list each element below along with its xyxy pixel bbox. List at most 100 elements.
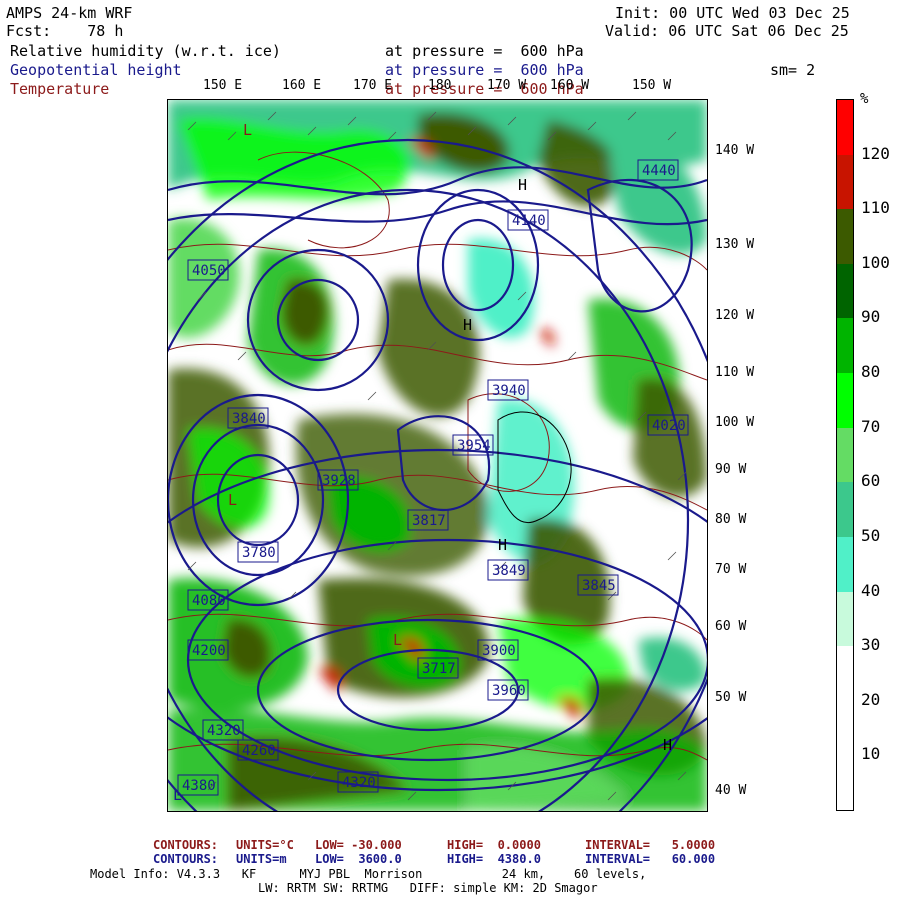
temp-contours-interval: INTERVAL= 5.0000: [585, 838, 716, 852]
colorbar-tick-label: 80: [861, 362, 881, 382]
height-label: 3845: [582, 578, 616, 594]
lat-label: 70 W: [715, 562, 747, 577]
lon-label: 180: [428, 78, 452, 93]
colorbar-segment: [837, 536, 853, 593]
height-contours-label: CONTOURS:: [153, 852, 219, 866]
model-info: Model Info: V4.3.3 KF MYJ PBL Morrison 2…: [90, 867, 647, 881]
lat-label: 100 W: [715, 415, 755, 430]
physics-info: LW: RRTM SW: RRTMG DIFF: simple KM: 2D S…: [258, 881, 598, 895]
height-label: 4020: [652, 418, 686, 434]
lat-label: 90 W: [715, 462, 747, 477]
height-label: 4320: [207, 723, 241, 739]
lat-label: 130 W: [715, 237, 755, 252]
colorbar: [836, 99, 854, 811]
colorbar-tick-label: 40: [861, 580, 881, 600]
height-label: 4320: [342, 775, 376, 791]
height-label-box: 3780: [237, 541, 279, 563]
colorbar-segment: [837, 318, 853, 374]
height-label-box: 3817: [407, 509, 449, 531]
height-label: 3954: [457, 438, 491, 454]
colorbar-tick-label: 50: [861, 525, 881, 545]
colorbar-segment: [837, 427, 853, 483]
temp-contours-high: HIGH= 0.0000: [447, 838, 541, 852]
high-marker: H: [663, 736, 672, 754]
lon-label: 160 W: [550, 78, 590, 93]
height-label-box: 3928: [317, 469, 359, 491]
low-marker: L: [393, 631, 402, 649]
height-label: 3928: [322, 473, 356, 489]
valid-time: Valid: 06 UTC Sat 06 Dec 25: [605, 22, 849, 40]
height-label-box: 4320: [337, 771, 379, 793]
field-rh-level: at pressure = 600 hPa: [385, 42, 584, 60]
model-title: AMPS 24-km WRF: [6, 4, 133, 22]
lon-label: 170 W: [487, 78, 527, 93]
height-label: 4260: [242, 743, 276, 759]
height-label-box: 3960: [487, 679, 529, 701]
colorbar-segment: [837, 263, 853, 319]
high-marker: H: [518, 176, 527, 194]
field-temp-name: Temperature: [10, 80, 110, 98]
height-label-box: 4260: [237, 739, 279, 761]
high-marker: H: [463, 316, 472, 334]
map-panel: 4380 4320 4320 4200 4140 4080 4020 3960 …: [167, 99, 708, 812]
field-height-name: Geopotential height: [10, 61, 182, 79]
lat-label: 120 W: [715, 308, 755, 323]
colorbar-tick-label: 20: [861, 689, 881, 709]
colorbar-segment: [837, 209, 853, 265]
height-label: 3900: [482, 643, 516, 659]
colorbar-segment: [837, 646, 853, 702]
height-contours-units: UNITS=m: [236, 852, 287, 866]
height-label-box: 4380: [177, 774, 219, 796]
height-label-box: 4140: [507, 209, 549, 231]
height-label-box: 4080: [187, 589, 229, 611]
colorbar-tick-label: 60: [861, 471, 881, 491]
low-marker: L: [173, 786, 182, 804]
low-marker: L: [228, 491, 237, 509]
map-fields: 4380 4320 4320 4200 4140 4080 4020 3960 …: [168, 100, 707, 811]
height-label-box: 3940: [487, 379, 529, 401]
colorbar-segment: [837, 482, 853, 538]
height-label: 4200: [192, 643, 226, 659]
colorbar-segment: [837, 591, 853, 647]
colorbar-segment: [837, 100, 853, 156]
height-contours-interval: INTERVAL= 60.000: [585, 852, 716, 866]
lon-label: 170 E: [353, 78, 393, 93]
height-label: 3717: [422, 661, 456, 677]
colorbar-tick-label: 110: [861, 198, 890, 218]
lon-label: 160 E: [282, 78, 322, 93]
height-label: 3849: [492, 563, 526, 579]
height-label-box: 4020: [647, 414, 689, 436]
height-label-box: 3849: [487, 559, 529, 581]
height-label-box: 4200: [187, 639, 229, 661]
lat-label: 40 W: [715, 783, 747, 798]
height-label: 3780: [242, 545, 276, 561]
lat-label: 60 W: [715, 619, 747, 634]
field-rh-name: Relative humidity (w.r.t. ice): [10, 42, 281, 60]
height-label: 3817: [412, 513, 446, 529]
temp-contours-units: UNITS=°C: [236, 838, 294, 852]
height-label-box: 4050: [187, 259, 229, 281]
colorbar-segment: [837, 700, 853, 756]
colorbar-tick-label: 120: [861, 143, 890, 163]
height-label: 4380: [182, 778, 216, 794]
height-label: 4050: [192, 263, 226, 279]
forecast-hour: Fcst: 78 h: [6, 22, 124, 40]
colorbar-unit: %: [860, 91, 869, 107]
high-marker: H: [498, 536, 507, 554]
height-contours-high: HIGH= 4380.0: [447, 852, 541, 866]
height-label-box: 3717: [417, 657, 459, 679]
colorbar-tick-label: 10: [861, 744, 881, 764]
lat-label: 50 W: [715, 690, 747, 705]
colorbar-tick-label: 30: [861, 635, 881, 655]
colorbar-segment: [837, 373, 853, 429]
height-label: 4080: [192, 593, 226, 609]
height-label-box: 4320: [202, 719, 244, 741]
low-marker: L: [243, 121, 252, 139]
height-label-box: 3845: [577, 574, 619, 596]
init-time: Init: 00 UTC Wed 03 Dec 25: [615, 4, 850, 22]
colorbar-segment: [837, 154, 853, 210]
colorbar-segment: [837, 755, 853, 811]
height-label-box: 4440: [637, 159, 679, 181]
height-label: 3840: [232, 411, 266, 427]
height-label: 4440: [642, 163, 676, 179]
